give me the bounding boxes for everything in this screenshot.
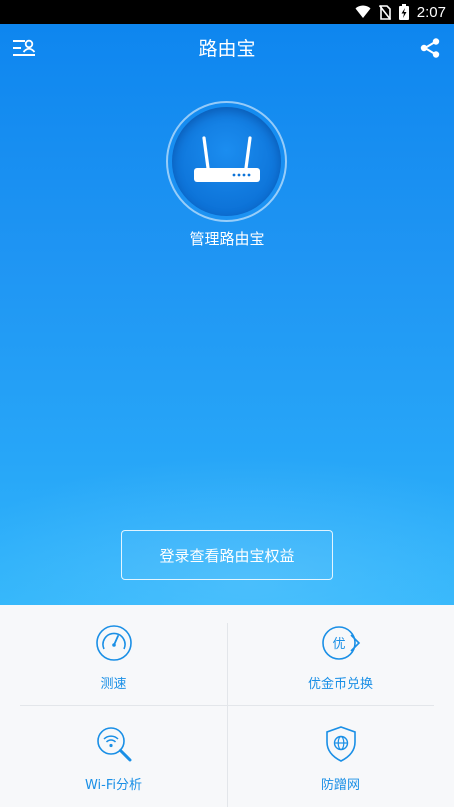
speedometer-icon xyxy=(94,623,134,663)
svg-text:优: 优 xyxy=(332,637,345,652)
feature-label: 优金币兑换 xyxy=(307,677,373,692)
shield-globe-icon xyxy=(321,724,361,764)
hero-panel: 路由宝 管理路由宝 登录查看路由宝权益 xyxy=(0,24,454,605)
feature-label: Wi-Fi分析 xyxy=(84,778,142,793)
feature-grid: 测速 优 优金币兑换 Wi-Fi分析 防蹭网 xyxy=(0,605,454,807)
login-button[interactable]: 登录查看路由宝权益 xyxy=(121,530,333,580)
clock: 2:07 xyxy=(416,3,446,21)
share-icon[interactable] xyxy=(414,32,446,64)
router-icon xyxy=(172,107,281,216)
wifi-search-icon xyxy=(94,724,134,764)
router-button[interactable] xyxy=(166,101,287,222)
no-sim-icon xyxy=(378,4,391,20)
feature-anti-leech[interactable]: 防蹭网 xyxy=(227,706,454,807)
feature-label: 防蹭网 xyxy=(320,778,360,793)
feature-wifi-analysis[interactable]: Wi-Fi分析 xyxy=(0,706,227,807)
feature-speed-test[interactable]: 测速 xyxy=(0,605,227,706)
feature-label: 测速 xyxy=(100,677,127,692)
router-label[interactable]: 管理路由宝 xyxy=(0,228,454,249)
battery-charging-icon xyxy=(398,4,409,20)
coin-exchange-icon: 优 xyxy=(321,623,361,663)
page-title: 路由宝 xyxy=(198,38,256,60)
status-bar: 2:07 xyxy=(0,0,454,24)
feature-coin-exchange[interactable]: 优 优金币兑换 xyxy=(227,605,454,706)
wifi-icon xyxy=(355,5,371,19)
app-bar: 路由宝 xyxy=(0,24,454,72)
